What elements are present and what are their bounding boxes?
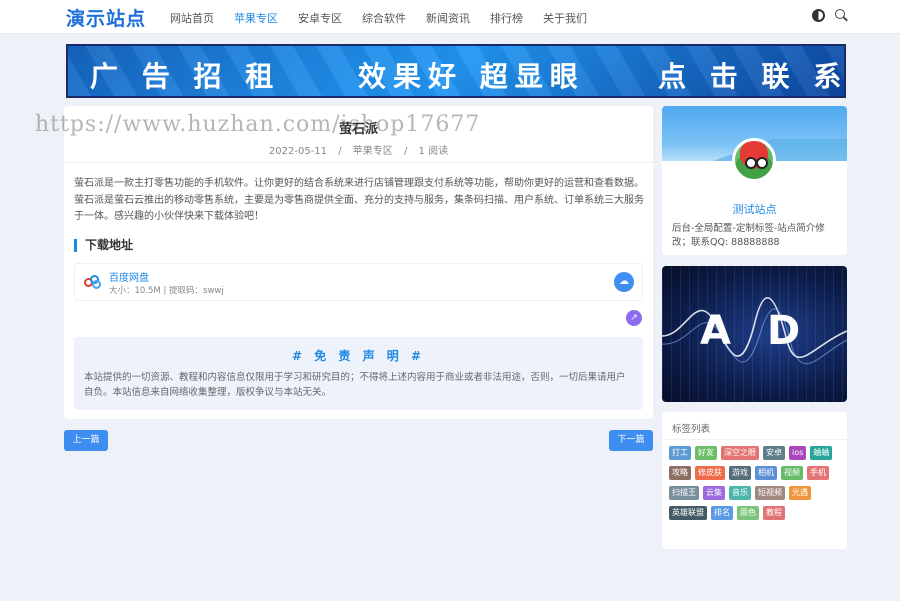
tag-item[interactable]: 相机 [755, 466, 777, 480]
search-icon[interactable] [835, 9, 848, 22]
tag-item[interactable]: 云集 [703, 486, 725, 500]
download-name[interactable]: 百度网盘 [109, 269, 149, 284]
top-navbar: 演示站点 网站首页 苹果专区 安卓专区 综合软件 新闻资讯 排行榜 关于我们 [0, 0, 900, 34]
tag-item[interactable]: 打工 [669, 446, 691, 460]
article-reads: 1 阅读 [418, 146, 449, 157]
article-body: 萤石派是一款主打零售功能的手机软件。让你更好的结合系统来进行店铺管理跟支付系统等… [74, 178, 644, 222]
nav-item-ranking[interactable]: 排行榜 [490, 10, 523, 26]
tag-item[interactable]: 深空之眼 [721, 446, 759, 460]
tag-item[interactable]: 光遇 [789, 486, 811, 500]
tag-item[interactable]: 攻略 [669, 466, 691, 480]
tag-item[interactable]: 教程 [763, 506, 785, 520]
tag-list-card: 标签列表 打工 好友 深空之眼 安卓 ios 蛐蛐攻略 修皮肤 游戏 相机 视频 手机扫描王 云集 音乐… [662, 412, 847, 549]
nav-item-software[interactable]: 综合软件 [362, 10, 406, 26]
disclaimer-box: # 免 责 声 明 # 本站提供的一切资源、教程和内容信息仅限用于学习和研究目的… [74, 337, 643, 410]
download-info: 大小：10.5M | 提取码：swwj [109, 286, 224, 296]
article-card: 萤石派 2022-05-11 / 苹果专区 / 1 阅读 萤石派是一款主打零售功… [64, 106, 653, 419]
nav-item-news[interactable]: 新闻资讯 [426, 10, 470, 26]
tag-list: 打工 好友 深空之眼 安卓 ios 蛐蛐攻略 修皮肤 游戏 相机 视频 手机扫描王 云集 音乐 短视频 光遇… [669, 446, 844, 526]
tag-item[interactable]: 视频 [781, 466, 803, 480]
divider [64, 162, 653, 163]
tag-item[interactable]: 蛐蛐 [810, 446, 833, 460]
next-post-button[interactable]: 下一篇 [609, 430, 653, 451]
ad-wave-graphic [662, 297, 847, 364]
article-date: 2022-05-11 [268, 146, 328, 157]
article-category[interactable]: 苹果专区 [353, 146, 393, 157]
nav-item-apple[interactable]: 苹果专区 [234, 10, 278, 26]
article-meta: 2022-05-11 / 苹果专区 / 1 阅读 [64, 142, 653, 157]
ad-letter-a: A [700, 308, 731, 354]
nav-item-android[interactable]: 安卓专区 [298, 10, 342, 26]
tag-item[interactable]: 好友 [695, 446, 717, 460]
avatar[interactable] [732, 138, 776, 182]
tag-item[interactable]: 扫描王 [669, 486, 699, 500]
banner-text-effect: 效果好 超显眼 [358, 60, 585, 93]
download-heading: 下载地址 [74, 239, 133, 252]
ad-letter-d: D [767, 308, 801, 354]
nav-item-home[interactable]: 网站首页 [170, 10, 214, 26]
meta-separator: / [403, 146, 408, 157]
tag-item[interactable]: ios [789, 446, 807, 460]
banner-text-rent: 广 告 招 租 [90, 60, 281, 93]
top-icons [812, 9, 848, 22]
download-card[interactable]: 百度网盘 大小：10.5M | 提取码：swwj ☁ [74, 263, 643, 301]
site-logo[interactable]: 演示站点 [66, 4, 146, 31]
tag-item[interactable]: 英雄联盟 [669, 506, 707, 520]
tag-item[interactable]: 排名 [711, 506, 733, 520]
baidu-cloud-icon [84, 275, 102, 289]
ad-banner[interactable]: 广 告 招 租 效果好 超显眼 点 击 联 系 [66, 44, 846, 98]
tag-item[interactable]: 修皮肤 [695, 466, 725, 480]
meta-separator: / [338, 146, 342, 157]
tag-item[interactable]: 雨色 [737, 506, 759, 520]
tag-item[interactable]: 安卓 [763, 446, 785, 460]
disclaimer-text: 本站提供的一切资源、教程和内容信息仅限用于学习和研究目的；不得将上述内容用于商业… [84, 372, 626, 398]
site-name[interactable]: 测试站点 [662, 201, 847, 217]
nav-item-about[interactable]: 关于我们 [543, 10, 587, 26]
tags-title: 标签列表 [672, 424, 711, 435]
watermark-text: https://www.huzhan.com/ishop17677 [35, 112, 481, 137]
site-profile-card: 测试站点 后台-全局配置-定制标签-站点简介修改；联系QQ: 88888888 [662, 106, 847, 255]
main-nav: 网站首页 苹果专区 安卓专区 综合软件 新闻资讯 排行榜 关于我们 [170, 10, 607, 26]
disclaimer-title: # 免 责 声 明 # [292, 349, 425, 363]
tag-item[interactable]: 音乐 [729, 486, 751, 500]
tag-item[interactable]: 手机 [807, 466, 829, 480]
share-icon[interactable]: ↗ [626, 310, 642, 326]
banner-text-contact: 点 击 联 系 [658, 60, 846, 93]
prev-post-button[interactable]: 上一篇 [64, 430, 108, 451]
divider [662, 439, 847, 440]
tag-item[interactable]: 游戏 [729, 466, 751, 480]
sidebar-ad[interactable]: A D [662, 266, 847, 402]
theme-toggle-icon[interactable] [812, 9, 825, 22]
tag-item[interactable]: 短视频 [755, 486, 785, 500]
download-icon[interactable]: ☁ [614, 272, 634, 292]
site-description: 后台-全局配置-定制标签-站点简介修改；联系QQ: 88888888 [672, 223, 825, 248]
